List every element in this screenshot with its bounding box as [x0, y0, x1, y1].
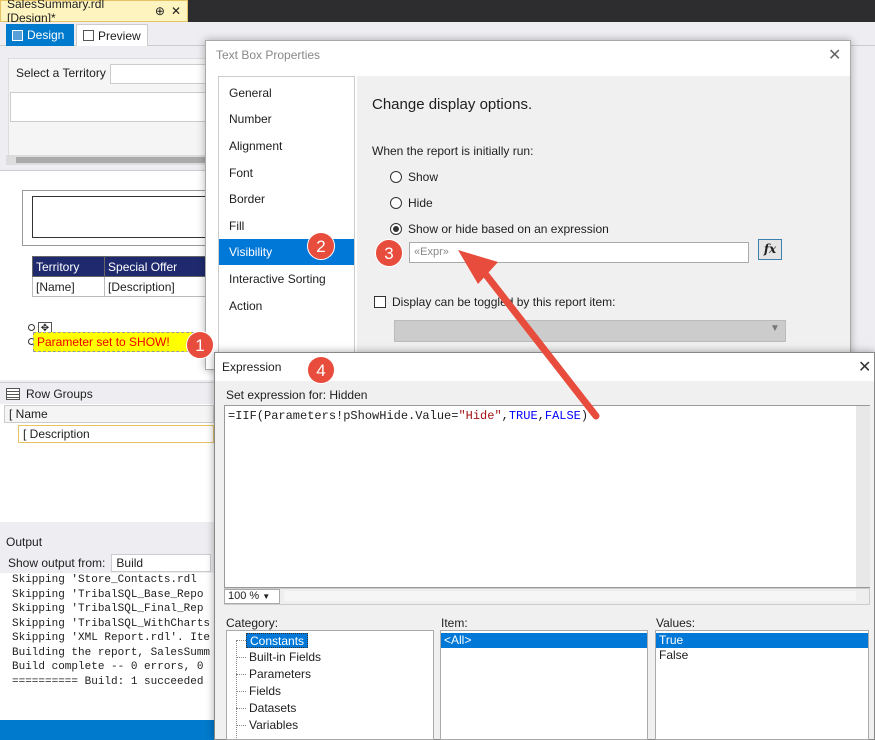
annotation-arrow — [458, 250, 600, 420]
callout-badge-2: 2 — [307, 232, 335, 260]
callout-badge-1: 1 — [186, 331, 214, 359]
callout-badge-3: 3 — [375, 239, 403, 267]
callout-badge-4: 4 — [307, 356, 335, 384]
